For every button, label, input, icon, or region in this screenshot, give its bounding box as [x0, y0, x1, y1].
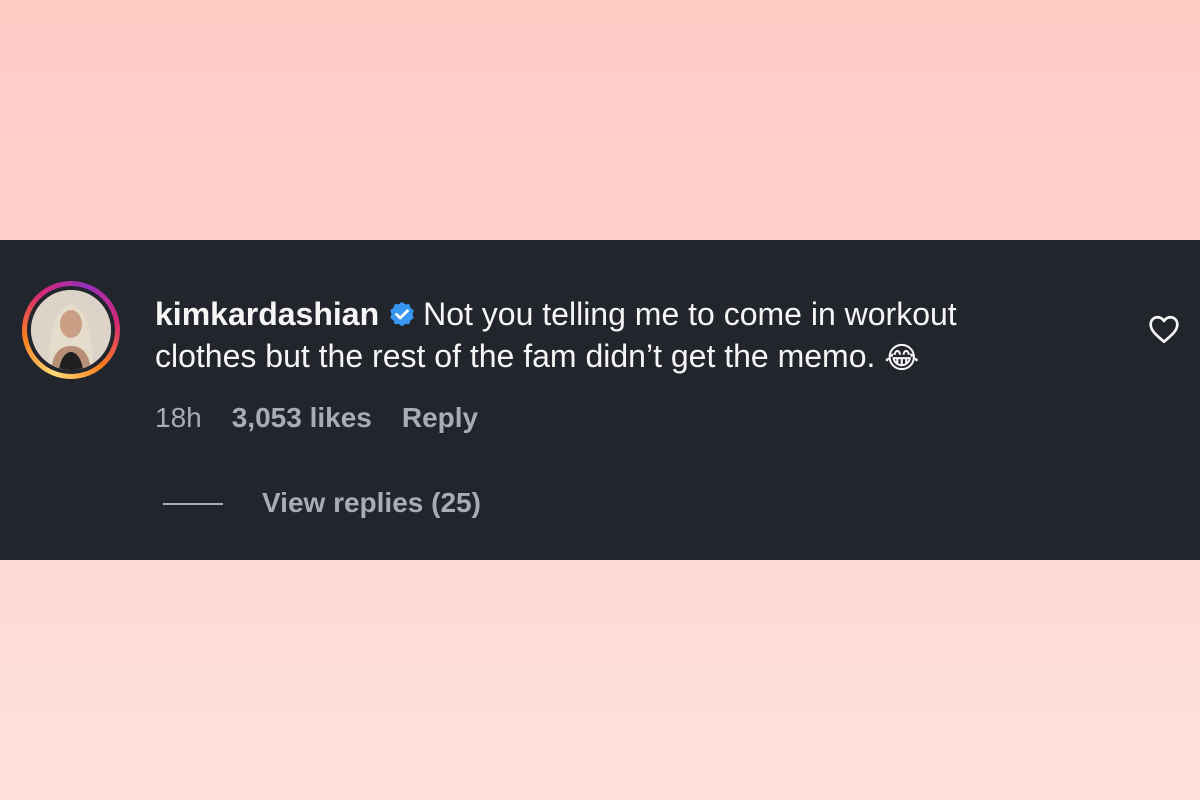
- replies-divider: [163, 503, 223, 505]
- comment-likes[interactable]: 3,053 likes: [232, 402, 372, 434]
- avatar[interactable]: [31, 290, 111, 370]
- comment-username[interactable]: kimkardashian: [155, 296, 379, 332]
- story-ring[interactable]: [22, 281, 120, 379]
- laughing-emoji: 😂: [884, 341, 920, 375]
- heart-icon[interactable]: [1148, 314, 1180, 344]
- comment-body: kimkardashian Not you telling me to come …: [155, 293, 1055, 380]
- comment-meta: 18h 3,053 likes Reply: [155, 402, 478, 434]
- comment-time[interactable]: 18h: [155, 402, 202, 434]
- view-replies-button[interactable]: View replies (25): [262, 487, 481, 519]
- reply-button[interactable]: Reply: [402, 402, 478, 434]
- verified-badge-icon: [390, 301, 414, 327]
- comment-banner: [0, 240, 1200, 560]
- avatar-portrait: [31, 290, 111, 370]
